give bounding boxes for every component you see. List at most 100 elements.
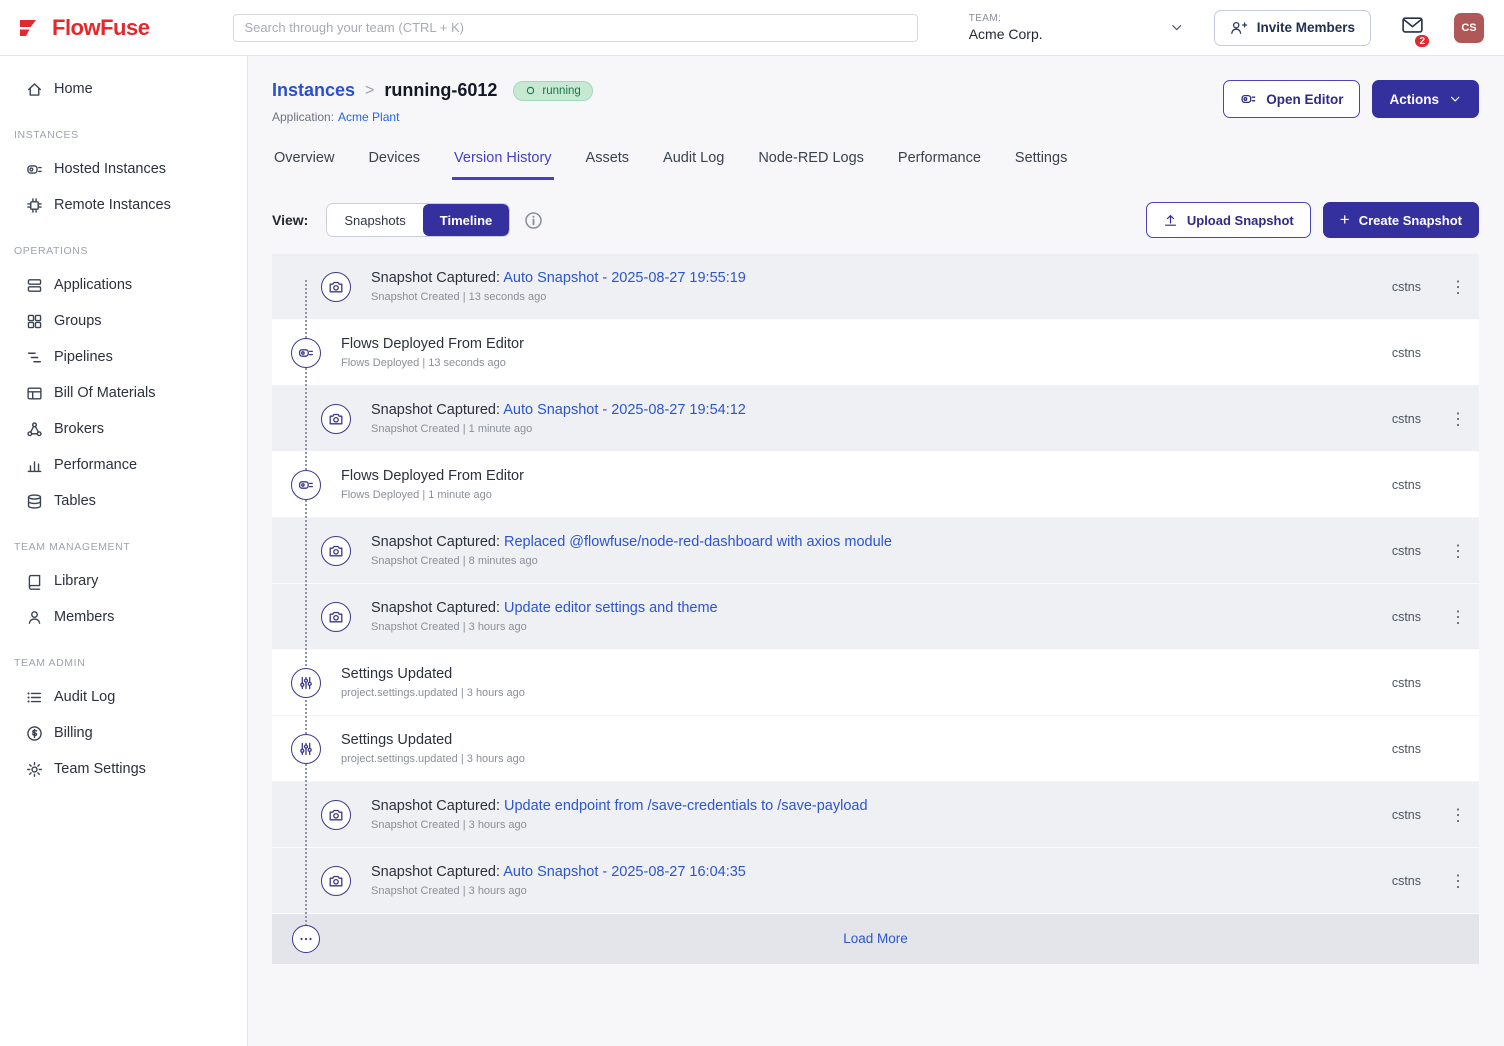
sidebar-item-pipelines[interactable]: Pipelines: [0, 339, 247, 375]
event-meta: Snapshot Created | 3 hours ago: [371, 885, 1299, 897]
sidebar-item-label: Bill Of Materials: [54, 385, 156, 401]
timeline-row: Settings Updated project.settings.update…: [272, 716, 1479, 782]
instance-tabs: Overview Devices Version History Assets …: [272, 144, 1479, 180]
info-icon[interactable]: [524, 211, 543, 230]
kebab-menu-button[interactable]: ⋮: [1445, 872, 1471, 889]
tab-settings[interactable]: Settings: [1013, 144, 1069, 180]
tab-assets[interactable]: Assets: [584, 144, 632, 180]
view-option-timeline[interactable]: Timeline: [423, 204, 510, 236]
event-meta: project.settings.updated | 3 hours ago: [341, 753, 1299, 765]
breadcrumb-instances-link[interactable]: Instances: [272, 80, 355, 101]
tab-version-history[interactable]: Version History: [452, 144, 554, 180]
chevron-down-icon: [1169, 20, 1184, 35]
sidebar-item-label: Groups: [54, 313, 102, 329]
upload-snapshot-button[interactable]: Upload Snapshot: [1146, 202, 1311, 238]
sidebar-item-members[interactable]: Members: [0, 599, 247, 635]
breadcrumb-separator: >: [365, 82, 374, 100]
event-meta: Snapshot Created | 13 seconds ago: [371, 291, 1299, 303]
sidebar-item-label: Tables: [54, 493, 96, 509]
kebab-menu-button[interactable]: ⋮: [1445, 542, 1471, 559]
sidebar-item-team-settings[interactable]: Team Settings: [0, 751, 247, 787]
main-content: Instances > running-6012 running Applica…: [248, 56, 1504, 1046]
invite-members-button[interactable]: Invite Members: [1214, 10, 1371, 46]
event-user: cstns: [1392, 412, 1421, 426]
sidebar-item-home[interactable]: Home: [0, 71, 247, 107]
billing-icon: [26, 725, 43, 742]
logo-text: FlowFuse: [52, 15, 149, 41]
camera-icon: [321, 800, 351, 830]
view-label: View:: [272, 212, 308, 228]
notification-badge: 2: [1413, 33, 1431, 49]
timeline-row: Snapshot Captured: Auto Snapshot - 2025-…: [272, 254, 1479, 320]
sidebar-item-applications[interactable]: Applications: [0, 267, 247, 303]
status-badge: running: [513, 81, 592, 101]
sidebar-section-team-management: TEAM MANAGEMENT: [0, 541, 247, 553]
event-user: cstns: [1392, 346, 1421, 360]
sidebar-item-audit-log[interactable]: Audit Log: [0, 679, 247, 715]
timeline-connector-line: [305, 280, 307, 938]
snapshot-link[interactable]: Auto Snapshot - 2025-08-27 19:54:12: [503, 402, 746, 418]
camera-icon: [321, 536, 351, 566]
kebab-menu-button[interactable]: ⋮: [1445, 608, 1471, 625]
remote-instances-icon: [26, 197, 43, 214]
user-plus-icon: [1230, 20, 1248, 36]
event-user: cstns: [1392, 676, 1421, 690]
event-user: cstns: [1392, 874, 1421, 888]
upload-snapshot-label: Upload Snapshot: [1187, 213, 1294, 228]
kebab-menu-button[interactable]: ⋮: [1445, 278, 1471, 295]
create-snapshot-label: Create Snapshot: [1359, 213, 1462, 228]
application-link[interactable]: Acme Plant: [338, 110, 399, 124]
upload-icon: [1163, 213, 1178, 228]
sidebar-item-label: Hosted Instances: [54, 161, 166, 177]
event-user: cstns: [1392, 610, 1421, 624]
snapshot-link[interactable]: Replaced @flowfuse/node-red-dashboard wi…: [504, 534, 892, 550]
sidebar-item-label: Members: [54, 609, 114, 625]
timeline-row: Settings Updated project.settings.update…: [272, 650, 1479, 716]
snapshot-link[interactable]: Update endpoint from /save-credentials t…: [504, 798, 868, 814]
library-icon: [26, 573, 43, 590]
timeline-row: Snapshot Captured: Auto Snapshot - 2025-…: [272, 848, 1479, 914]
sidebar-item-groups[interactable]: Groups: [0, 303, 247, 339]
status-dot-icon: [525, 85, 536, 96]
sidebar-item-performance[interactable]: Performance: [0, 447, 247, 483]
sidebar-item-label: Performance: [54, 457, 137, 473]
tab-performance[interactable]: Performance: [896, 144, 983, 180]
sidebar-item-library[interactable]: Library: [0, 563, 247, 599]
groups-icon: [26, 313, 43, 330]
sidebar-item-tables[interactable]: Tables: [0, 483, 247, 519]
event-user: cstns: [1392, 808, 1421, 822]
sidebar-item-label: Pipelines: [54, 349, 113, 365]
tab-audit-log[interactable]: Audit Log: [661, 144, 726, 180]
sidebar-item-hosted-instances[interactable]: Hosted Instances: [0, 151, 247, 187]
snapshot-link[interactable]: Update editor settings and theme: [504, 600, 718, 616]
snapshot-link[interactable]: Auto Snapshot - 2025-08-27 16:04:35: [503, 864, 746, 880]
pipelines-icon: [26, 349, 43, 366]
sidebar-item-bill-of-materials[interactable]: Bill Of Materials: [0, 375, 247, 411]
open-editor-button[interactable]: Open Editor: [1223, 80, 1360, 118]
sidebar-item-billing[interactable]: Billing: [0, 715, 247, 751]
actions-button[interactable]: Actions: [1372, 80, 1479, 118]
tab-overview[interactable]: Overview: [272, 144, 336, 180]
search-input[interactable]: [233, 14, 918, 42]
event-user: cstns: [1392, 544, 1421, 558]
tab-node-red-logs[interactable]: Node-RED Logs: [756, 144, 866, 180]
kebab-menu-button[interactable]: ⋮: [1445, 806, 1471, 823]
sidebar-item-brokers[interactable]: Brokers: [0, 411, 247, 447]
load-more-button[interactable]: Load More: [843, 931, 908, 946]
tab-devices[interactable]: Devices: [366, 144, 422, 180]
event-title: Settings Updated: [341, 732, 1299, 748]
notifications-button[interactable]: 2: [1401, 15, 1424, 40]
create-snapshot-button[interactable]: + Create Snapshot: [1323, 202, 1479, 238]
kebab-menu-button[interactable]: ⋮: [1445, 410, 1471, 427]
flowfuse-logo[interactable]: FlowFuse: [16, 15, 149, 41]
sidebar-item-label: Library: [54, 573, 98, 589]
event-user: cstns: [1392, 478, 1421, 492]
application-line: Application:Acme Plant: [272, 110, 593, 124]
user-avatar[interactable]: CS: [1454, 13, 1484, 43]
snapshot-link[interactable]: Auto Snapshot - 2025-08-27 19:55:19: [503, 270, 746, 286]
sidebar-item-remote-instances[interactable]: Remote Instances: [0, 187, 247, 223]
team-name: Acme Corp.: [969, 26, 1043, 42]
team-selector[interactable]: TEAM: Acme Corp.: [969, 13, 1184, 42]
view-option-snapshots[interactable]: Snapshots: [327, 204, 422, 236]
editor-icon: [1240, 91, 1257, 107]
